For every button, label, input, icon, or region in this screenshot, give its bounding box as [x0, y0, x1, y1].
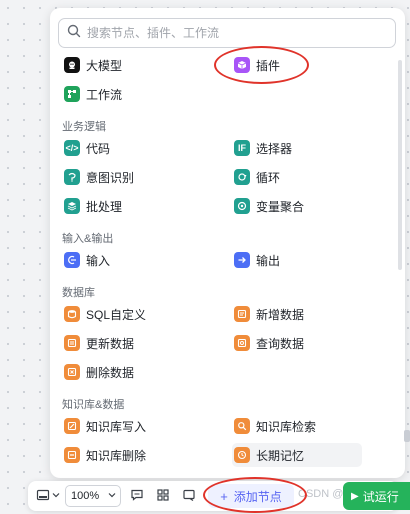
query-data-icon [234, 335, 250, 351]
note-button[interactable] [178, 485, 200, 507]
chevron-down-icon [52, 490, 60, 502]
search-box[interactable] [58, 18, 396, 48]
section-title-logic: 业务逻辑 [62, 121, 106, 133]
batch-icon [64, 198, 80, 214]
sql-icon [64, 306, 80, 322]
node-label: 代码 [86, 141, 111, 156]
node-input[interactable]: 输入 [62, 248, 110, 272]
add-data-icon [234, 306, 250, 322]
plus-icon: + [220, 488, 228, 504]
node-label: 知识库写入 [86, 419, 147, 434]
node-batch[interactable]: 批处理 [62, 194, 122, 218]
kb-search-icon [234, 418, 250, 434]
variable-aggregate-icon [234, 198, 250, 214]
node-selector[interactable]: IF 选择器 [232, 136, 292, 160]
node-output[interactable]: 输出 [232, 248, 280, 272]
intent-icon [64, 169, 80, 185]
node-plugin[interactable]: 插件 [232, 53, 280, 77]
node-label: 知识库删除 [86, 448, 147, 463]
node-label: 选择器 [256, 141, 293, 156]
kb-delete-icon [64, 447, 80, 463]
node-llm[interactable]: 大模型 [62, 53, 122, 77]
node-kb-delete[interactable]: 知识库删除 [62, 443, 146, 467]
node-label: 输入 [86, 253, 111, 268]
node-code[interactable]: </> 代码 [62, 136, 110, 160]
section-title-database: 数据库 [62, 287, 95, 299]
update-data-icon [64, 335, 80, 351]
node-label: 循环 [256, 170, 281, 185]
node-workflow[interactable]: 工作流 [62, 82, 122, 106]
node-label: SQL自定义 [86, 307, 147, 322]
layout-button[interactable] [152, 485, 174, 507]
scrollbar[interactable] [398, 60, 402, 270]
node-label: 变量聚合 [256, 199, 305, 214]
note-icon [182, 488, 196, 505]
node-label: 输出 [256, 253, 281, 268]
node-label: 意图识别 [86, 170, 135, 185]
delete-data-icon [64, 364, 80, 380]
node-update-data[interactable]: 更新数据 [62, 331, 134, 355]
node-label: 新增数据 [256, 307, 305, 322]
zoom-value: 100% [71, 490, 100, 502]
node-label: 工作流 [86, 87, 123, 102]
node-sql[interactable]: SQL自定义 [62, 302, 146, 326]
minimap-icon [36, 488, 50, 505]
plugin-icon [234, 57, 250, 73]
node-intent[interactable]: 意图识别 [62, 165, 134, 189]
node-label: 知识库检索 [256, 419, 317, 434]
node-delete-data[interactable]: 删除数据 [62, 360, 134, 384]
comment-button[interactable] [126, 485, 148, 507]
add-node-button[interactable]: + 添加节点 [208, 484, 294, 508]
workflow-icon [64, 86, 80, 102]
play-icon: ▶ [351, 490, 359, 502]
grid-icon [156, 488, 170, 505]
llm-icon [64, 57, 80, 73]
section-title-io: 输入&输出 [62, 233, 114, 245]
node-add-data[interactable]: 新增数据 [232, 302, 304, 326]
chevron-down-icon [108, 490, 116, 502]
minimap-toggle-button[interactable] [34, 485, 62, 507]
section-title-knowledge: 知识库&数据 [62, 399, 125, 411]
side-handle[interactable] [404, 430, 410, 442]
node-variable-aggregate[interactable]: 变量聚合 [232, 194, 304, 218]
node-kb-search[interactable]: 知识库检索 [232, 414, 316, 438]
node-query-data[interactable]: 查询数据 [232, 331, 304, 355]
node-label: 批处理 [86, 199, 123, 214]
add-node-label: 添加节点 [233, 489, 282, 504]
node-picker-panel: 大模型 插件 工作流 业务逻辑 </> 代码 IF 选择器 意图识别 循环 [50, 8, 405, 478]
node-label: 长期记忆 [256, 448, 305, 463]
comment-icon [130, 488, 144, 505]
if-selector-icon: IF [234, 140, 250, 156]
node-label: 插件 [256, 58, 281, 73]
node-loop[interactable]: 循环 [232, 165, 280, 189]
input-icon [64, 252, 80, 268]
code-icon: </> [64, 140, 80, 156]
output-icon [234, 252, 250, 268]
node-kb-write[interactable]: 知识库写入 [62, 414, 146, 438]
loop-icon [234, 169, 250, 185]
kb-write-icon [64, 418, 80, 434]
node-label: 大模型 [86, 58, 123, 73]
long-term-memory-icon [234, 447, 250, 463]
trial-run-label: 试运行 [362, 489, 399, 504]
node-label: 更新数据 [86, 336, 135, 351]
trial-run-button[interactable]: ▶ 试运行 [343, 482, 410, 510]
node-long-term-memory[interactable]: 长期记忆 [232, 443, 362, 467]
zoom-select[interactable]: 100% [65, 485, 121, 507]
node-label: 删除数据 [86, 365, 135, 380]
node-label: 查询数据 [256, 336, 305, 351]
search-icon [67, 24, 81, 43]
search-input[interactable] [87, 26, 387, 40]
